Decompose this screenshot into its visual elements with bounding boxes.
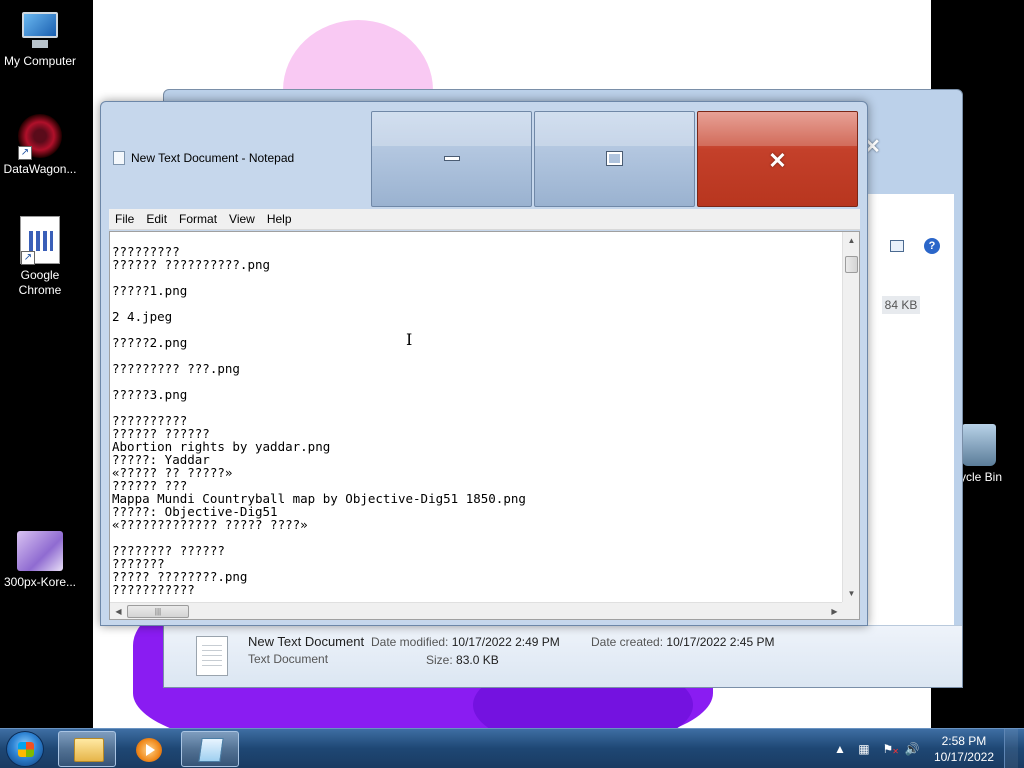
- help-icon[interactable]: ?: [924, 238, 940, 254]
- preview-pane-icon[interactable]: [890, 240, 904, 252]
- minimize-button[interactable]: [371, 111, 532, 207]
- text-line: 2 4.jpeg: [112, 309, 173, 324]
- desktop-icon-label: Google Chrome: [18, 268, 62, 297]
- action-center-icon[interactable]: ⚑: [880, 741, 899, 760]
- windows-logo-icon: [18, 742, 34, 757]
- text-line: [112, 401, 840, 414]
- menu-edit[interactable]: Edit: [140, 212, 173, 226]
- menu-file[interactable]: File: [109, 212, 140, 226]
- text-line: ?????2.png: [112, 335, 188, 350]
- text-line: «????????????? ????? ????»: [112, 517, 308, 532]
- details-date-created: Date created: 10/17/2022 2:45 PM: [591, 635, 774, 649]
- volume-icon[interactable]: 🔊: [904, 741, 920, 757]
- text-cursor-icon: I: [406, 330, 413, 349]
- clock-time: 2:58 PM: [941, 734, 987, 748]
- date-created-label: Date created:: [591, 635, 664, 649]
- shortcut-arrow-icon: ↗: [18, 146, 32, 160]
- text-editor[interactable]: ??????????????? ??????????.png ?????1.pn…: [109, 231, 860, 620]
- scroll-up-icon[interactable]: ▲: [843, 232, 860, 249]
- scroll-down-icon[interactable]: ▼: [843, 585, 860, 602]
- desktop-icon-label: DataWagon...: [3, 162, 77, 176]
- taskbar-explorer-button[interactable]: [58, 731, 116, 767]
- close-icon: ✕: [768, 148, 787, 173]
- system-tray: ▲ ▦ ⚑ 🔊 2:58 PM 10/17/2022: [824, 729, 1018, 768]
- chrome-shortcut-icon: ↗: [20, 216, 60, 265]
- scroll-left-icon[interactable]: ◀: [110, 603, 127, 620]
- desktop-icon-datawagon[interactable]: ↗ DataWagon...: [0, 114, 80, 177]
- shortcut-arrow-icon: ↗: [21, 251, 35, 265]
- text-line: ??????????: [112, 413, 188, 428]
- desktop-icon-label: My Computer: [3, 54, 77, 68]
- details-size: Size: 83.0 KB: [426, 653, 499, 667]
- editor-content[interactable]: ??????????????? ??????????.png ?????1.pn…: [112, 245, 840, 599]
- notepad-icon: [113, 151, 125, 165]
- size-value: 83.0 KB: [456, 653, 499, 667]
- details-date-modified: Date modified: 10/17/2022 2:49 PM: [371, 635, 560, 649]
- taskbar: ▲ ▦ ⚑ 🔊 2:58 PM 10/17/2022: [0, 728, 1024, 768]
- notepad-icon: [198, 738, 224, 762]
- clock-date: 10/17/2022: [933, 750, 994, 764]
- text-line: ?????1.png: [112, 283, 188, 298]
- desktop-icon-label: 300px-Kore...: [3, 575, 77, 589]
- text-line: [112, 323, 840, 336]
- text-line: [112, 375, 840, 388]
- size-label: Size:: [426, 653, 453, 667]
- datawagon-icon: ↗: [18, 114, 62, 160]
- desktop-icon-google-chrome[interactable]: ↗ Google Chrome: [0, 216, 80, 298]
- text-line: ????????? ???.png: [112, 361, 240, 376]
- computer-icon: [18, 10, 62, 50]
- text-line: ???????? ??????: [112, 543, 225, 558]
- file-size-cell: 84 KB: [882, 296, 920, 314]
- date-created-value: 10/17/2022 2:45 PM: [666, 635, 775, 649]
- details-file-type: Text Document: [248, 652, 329, 666]
- taskbar-notepad-button[interactable]: [181, 731, 239, 767]
- horizontal-scrollbar[interactable]: ◀ ||| ▶: [110, 602, 843, 619]
- date-modified-label: Date modified:: [371, 635, 449, 649]
- menu-format[interactable]: Format: [173, 212, 223, 226]
- show-desktop-button[interactable]: [1004, 729, 1018, 768]
- recycle-bin-icon: [962, 424, 996, 466]
- minimize-icon: [443, 156, 460, 161]
- window-title: New Text Document - Notepad: [113, 151, 294, 165]
- clock[interactable]: 2:58 PM 10/17/2022: [934, 733, 994, 765]
- horizontal-scroll-thumb[interactable]: |||: [127, 605, 189, 618]
- menu-view[interactable]: View: [223, 212, 261, 226]
- start-button[interactable]: [6, 731, 44, 767]
- details-pane: New Text Document Text Document Date mod…: [164, 625, 962, 687]
- title-bar[interactable]: New Text Document - Notepad ✕: [101, 102, 867, 208]
- desktop-icon-image-file[interactable]: 300px-Kore...: [0, 531, 80, 590]
- text-line: ????? ????????.png: [112, 569, 248, 584]
- folder-icon: [74, 738, 104, 762]
- menu-help[interactable]: Help: [261, 212, 298, 226]
- text-line: ???????????: [112, 582, 195, 597]
- date-modified-value: 10/17/2022 2:49 PM: [451, 635, 560, 649]
- window-title-text: New Text Document - Notepad: [131, 151, 295, 165]
- network-icon[interactable]: ▦: [856, 741, 872, 757]
- taskbar-media-player-button[interactable]: [119, 731, 177, 767]
- maximize-icon: [606, 151, 623, 166]
- image-thumbnail-icon: [17, 531, 63, 571]
- show-hidden-icons-icon[interactable]: ▲: [832, 741, 848, 757]
- text-line: «????? ?? ?????»: [112, 465, 233, 480]
- text-line: [112, 297, 840, 310]
- text-line: [112, 271, 840, 284]
- maximize-button[interactable]: [534, 111, 695, 207]
- text-document-icon: [196, 636, 228, 676]
- scroll-right-icon[interactable]: ▶: [826, 603, 843, 620]
- text-line: ?????? ??????????.png: [112, 257, 271, 272]
- resize-grip[interactable]: [842, 602, 859, 619]
- text-line: ?????3.png: [112, 387, 188, 402]
- menu-bar: File Edit Format View Help: [109, 209, 860, 230]
- close-button[interactable]: ✕: [697, 111, 858, 207]
- media-player-icon: [136, 738, 162, 762]
- text-line: Abortion rights by yaddar.png: [112, 439, 331, 454]
- notepad-window[interactable]: New Text Document - Notepad ✕ File Edit …: [100, 101, 868, 626]
- details-file-name: New Text Document: [248, 634, 365, 649]
- vertical-scrollbar[interactable]: ▲ ▼: [842, 232, 859, 602]
- vertical-scroll-thumb[interactable]: [845, 256, 858, 273]
- desktop-icon-my-computer[interactable]: My Computer: [0, 10, 80, 69]
